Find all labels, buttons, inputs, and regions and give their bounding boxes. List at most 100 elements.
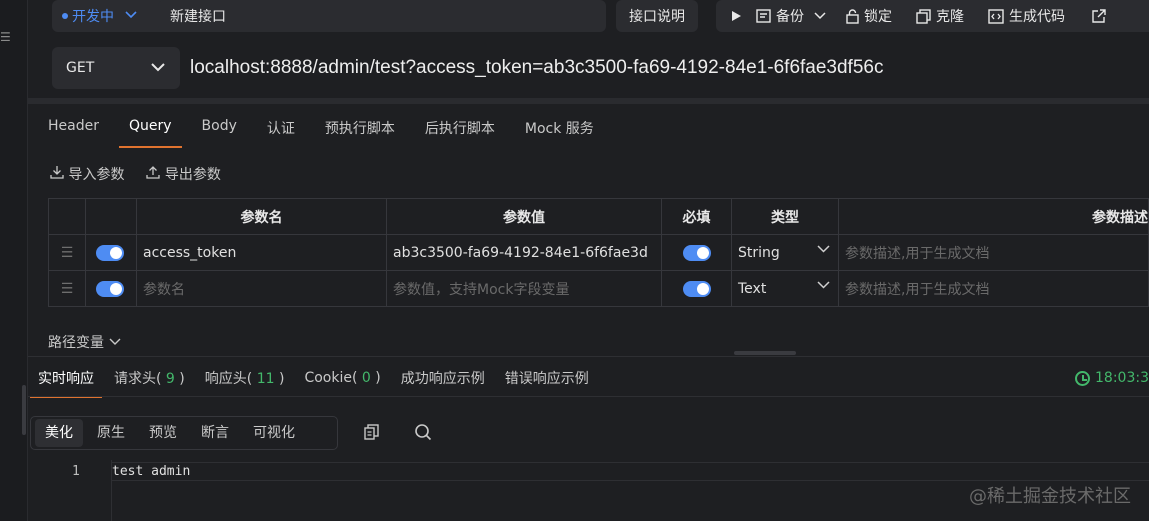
- tab-post-script[interactable]: 后执行脚本: [425, 118, 495, 146]
- request-tabs: Header Query Body 认证 预执行脚本 后执行脚本 Mock 服务: [48, 118, 594, 148]
- export-icon: [146, 166, 161, 179]
- chevron-down-icon: [817, 243, 830, 258]
- view-pretty[interactable]: 美化: [35, 419, 83, 447]
- section-divider: [28, 356, 1149, 357]
- backup-button[interactable]: 备份: [756, 6, 804, 26]
- method-select[interactable]: GET: [52, 47, 180, 89]
- codegen-label: 生成代码: [1009, 9, 1065, 25]
- param-desc-cell[interactable]: 参数描述,用于生成文档: [838, 270, 1149, 307]
- clone-button[interactable]: 克隆: [916, 6, 964, 26]
- codegen-button[interactable]: 生成代码: [988, 6, 1065, 26]
- param-value-cell[interactable]: ab3c3500-fa69-4192-84e1-6f6fae3d: [386, 234, 662, 271]
- run-button[interactable]: [730, 10, 742, 22]
- path-variables-toggle[interactable]: 路径变量: [48, 332, 122, 352]
- backup-icon: [756, 9, 771, 23]
- tab-response-headers[interactable]: 响应头( 11 ): [205, 368, 285, 388]
- action-group: 备份 锁定 克隆 生成代码: [716, 0, 1149, 32]
- watermark: @稀土掘金技术社区: [969, 486, 1131, 507]
- copy-icon[interactable]: [364, 424, 380, 440]
- status-dot-icon: [62, 13, 68, 19]
- chevron-down-icon: [150, 58, 166, 80]
- tab-cookie[interactable]: Cookie( 0 ): [304, 370, 380, 386]
- tab-auth[interactable]: 认证: [267, 118, 295, 146]
- type-label: Text: [738, 280, 767, 297]
- tab-body[interactable]: Body: [202, 118, 237, 146]
- line-number: 1: [72, 464, 80, 479]
- lock-icon: [846, 8, 859, 24]
- panel-resize-handle[interactable]: [734, 351, 796, 355]
- table-header-row: 参数名 参数值 必填 类型 参数描述: [48, 198, 1149, 235]
- left-scroll-handle[interactable]: [22, 385, 26, 435]
- clone-icon: [916, 8, 931, 24]
- chevron-down-icon: [109, 338, 121, 345]
- desc-header: 参数描述: [838, 198, 1149, 235]
- response-view-switcher: 美化 原生 预览 断言 可视化: [30, 416, 338, 450]
- tab-request-headers[interactable]: 请求头( 9 ): [114, 368, 185, 388]
- param-name-cell[interactable]: 参数名: [136, 270, 387, 307]
- import-params-button[interactable]: 导入参数: [50, 164, 124, 184]
- chevron-down-icon: [817, 279, 830, 294]
- tab-realtime-response[interactable]: 实时响应: [30, 368, 102, 398]
- drag-handle-icon[interactable]: ☰: [48, 234, 86, 271]
- section-divider: [28, 396, 1149, 397]
- required-toggle[interactable]: [682, 280, 711, 297]
- drag-col-header: [48, 198, 86, 235]
- tab-error-example[interactable]: 错误响应示例: [505, 368, 589, 388]
- lock-button[interactable]: 锁定: [846, 6, 892, 26]
- tab-query[interactable]: Query: [119, 118, 181, 148]
- api-doc-button[interactable]: 接口说明: [616, 0, 698, 32]
- export-params-button[interactable]: 导出参数: [146, 164, 221, 184]
- lock-label: 锁定: [864, 9, 892, 25]
- api-name-input[interactable]: 新建接口: [158, 0, 606, 32]
- url-input[interactable]: localhost:8888/admin/test?access_token=a…: [182, 47, 1149, 89]
- param-value-cell[interactable]: 参数值，支持Mock字段变量: [386, 270, 662, 307]
- toggle-col-header: [85, 198, 137, 235]
- param-name-header: 参数名: [136, 198, 387, 235]
- enable-toggle[interactable]: [96, 280, 124, 297]
- param-desc-cell[interactable]: 参数描述,用于生成文档: [838, 234, 1149, 271]
- tab-mock[interactable]: Mock 服务: [525, 118, 594, 146]
- import-params-label: 导入参数: [68, 167, 125, 183]
- path-variables-label: 路径变量: [48, 335, 104, 351]
- query-params-table: 参数名 参数值 必填 类型 参数描述 ☰ access_token ab3c35…: [48, 198, 1149, 307]
- menu-icon[interactable]: ☰: [0, 30, 11, 44]
- enable-toggle[interactable]: [96, 244, 124, 261]
- clock-icon: [1075, 370, 1091, 386]
- clone-label: 克隆: [936, 9, 964, 25]
- param-name-cell[interactable]: access_token: [136, 234, 387, 271]
- param-value-header: 参数值: [386, 198, 662, 235]
- chevron-down-icon: [124, 9, 138, 23]
- view-raw[interactable]: 原生: [87, 419, 135, 447]
- response-time: 18:03:3: [1075, 370, 1149, 386]
- required-header: 必填: [661, 198, 732, 235]
- param-tools: 导入参数 导出参数: [50, 164, 221, 184]
- drag-handle-icon[interactable]: ☰: [48, 270, 86, 307]
- type-header: 类型: [731, 198, 839, 235]
- code-line: test admin: [112, 464, 191, 479]
- search-icon[interactable]: [414, 423, 432, 441]
- export-params-label: 导出参数: [164, 167, 221, 183]
- type-select[interactable]: String: [731, 234, 839, 271]
- view-visualize[interactable]: 可视化: [243, 419, 305, 447]
- method-label: GET: [66, 60, 95, 76]
- share-button[interactable]: [1091, 8, 1106, 24]
- play-icon: [732, 11, 741, 21]
- code-icon: [988, 8, 1004, 24]
- import-icon: [50, 166, 64, 179]
- current-line-highlight: [112, 462, 1149, 481]
- response-time-value: 18:03:3: [1095, 370, 1149, 386]
- type-label: String: [738, 244, 780, 261]
- type-select[interactable]: Text: [731, 270, 839, 307]
- top-toolbar: 开发中 新建接口 接口说明 备份 锁定 克隆 生成代码: [28, 0, 1149, 34]
- section-divider: [28, 98, 1149, 104]
- required-toggle[interactable]: [682, 244, 711, 261]
- view-preview[interactable]: 预览: [139, 419, 187, 447]
- backup-dropdown[interactable]: [814, 12, 826, 20]
- tab-pre-script[interactable]: 预执行脚本: [325, 118, 395, 146]
- response-tabs: 实时响应 请求头( 9 ) 响应头( 11 ) Cookie( 0 ) 成功响应…: [28, 360, 1149, 398]
- table-row: ☰ 参数名 参数值，支持Mock字段变量 Text 参数描述,用于生成文档: [48, 270, 1149, 307]
- tab-success-example[interactable]: 成功响应示例: [401, 368, 485, 388]
- tab-header[interactable]: Header: [48, 118, 99, 146]
- view-assert[interactable]: 断言: [191, 419, 239, 447]
- table-row: ☰ access_token ab3c3500-fa69-4192-84e1-6…: [48, 234, 1149, 271]
